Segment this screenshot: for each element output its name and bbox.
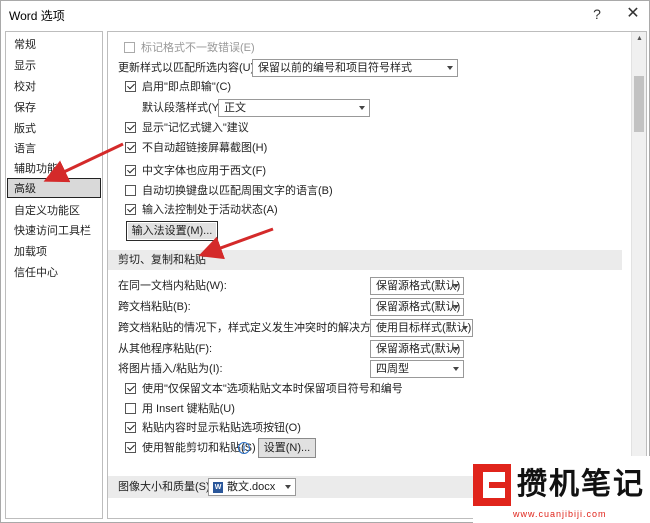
insert-key-paste-label: 用 Insert 键粘贴(U) xyxy=(142,403,235,415)
options-sidebar: 常规 显示 校对 保存 版式 语言 辅助功能 高级 自定义功能区 快速访问工具栏… xyxy=(5,31,103,519)
word-options-dialog: Word 选项 ? ✕ 常规 显示 校对 保存 版式 语言 辅助功能 高级 自定… xyxy=(0,0,650,523)
chevron-down-icon xyxy=(453,284,459,288)
smart-paste-settings-button[interactable]: 设置(N)... xyxy=(258,438,316,458)
auto-switch-keyboard-checkbox[interactable] xyxy=(125,185,136,196)
ime-control-active-checkbox[interactable] xyxy=(125,204,136,215)
keep-bullets-label: 使用"仅保留文本"选项粘贴文本时保留项目符号和编号 xyxy=(142,383,403,395)
chevron-down-icon xyxy=(447,66,453,70)
update-style-value: 保留以前的编号和项目符号样式 xyxy=(258,62,412,74)
chinese-font-western-label: 中文字体也应用于西文(F) xyxy=(142,165,267,177)
sidebar-item-customize-ribbon[interactable]: 自定义功能区 xyxy=(6,201,102,221)
default-paragraph-style-value: 正文 xyxy=(224,102,246,114)
no-auto-hyperlink-screenshot-label: 不自动超链接屏幕截图(H) xyxy=(142,142,268,154)
sidebar-item-general[interactable]: 常规 xyxy=(6,35,102,55)
paste-between-docs-select[interactable]: 保留源格式(默认) xyxy=(370,298,464,316)
update-style-label: 更新样式以匹配所选内容(U): xyxy=(118,62,258,74)
insert-key-paste-checkbox[interactable] xyxy=(125,403,136,414)
smart-cut-paste-checkbox[interactable] xyxy=(125,442,136,453)
paste-within-doc-select[interactable]: 保留源格式(默认) xyxy=(370,277,464,295)
chinese-font-western-checkbox[interactable] xyxy=(125,165,136,176)
help-button[interactable]: ? xyxy=(585,4,609,24)
dialog-title: Word 选项 xyxy=(9,9,65,23)
chevron-down-icon xyxy=(453,305,459,309)
sidebar-item-display[interactable]: 显示 xyxy=(6,56,102,76)
insert-picture-as-value: 四周型 xyxy=(376,363,409,375)
paste-style-conflict-label: 跨文档粘贴的情况下，样式定义发生冲突时的解决方法(E): xyxy=(118,322,400,334)
sidebar-item-layout[interactable]: 版式 xyxy=(6,119,102,139)
watermark-text: 攒机笔记 xyxy=(517,467,645,502)
watermark-logo-bar xyxy=(489,482,505,488)
mark-format-inconsistencies-label: 标记格式不一致错误(E) xyxy=(141,42,255,54)
paste-from-other-programs-label: 从其他程序粘贴(F): xyxy=(118,343,213,355)
options-content-pane: 标记格式不一致错误(E) 更新样式以匹配所选内容(U): 保留以前的编号和项目符… xyxy=(107,31,647,519)
ime-control-active-label: 输入法控制处于活动状态(A) xyxy=(142,204,278,216)
sidebar-item-save[interactable]: 保存 xyxy=(6,98,102,118)
default-paragraph-style-label: 默认段落样式(Y): xyxy=(142,102,226,114)
sidebar-item-proofing[interactable]: 校对 xyxy=(6,77,102,97)
sidebar-item-language[interactable]: 语言 xyxy=(6,139,102,159)
paste-within-doc-label: 在同一文档内粘贴(W): xyxy=(118,280,227,292)
sidebar-item-add-ins[interactable]: 加载项 xyxy=(6,242,102,262)
paste-from-other-programs-value: 保留源格式(默认) xyxy=(376,343,461,355)
paste-from-other-programs-select[interactable]: 保留源格式(默认) xyxy=(370,340,464,358)
insert-picture-as-label: 将图片插入/粘贴为(I): xyxy=(118,363,223,375)
chevron-down-icon xyxy=(462,326,468,330)
show-paste-options-checkbox[interactable] xyxy=(125,422,136,433)
sidebar-item-advanced[interactable]: 高级 xyxy=(7,178,101,198)
close-button[interactable]: ✕ xyxy=(621,4,645,24)
ime-settings-button[interactable]: 输入法设置(M)... xyxy=(126,221,218,241)
word-doc-icon: W xyxy=(213,482,223,493)
section-header-cut-copy-paste: 剪切、复制和粘贴 xyxy=(108,250,622,270)
paste-style-conflict-value: 使用目标样式(默认) xyxy=(376,322,472,334)
section-title-image-size-quality: 图像大小和质量(S) xyxy=(118,481,210,493)
watermark-url: www.cuanjibiji.com xyxy=(513,509,607,519)
chevron-down-icon xyxy=(453,367,459,371)
chevron-down-icon xyxy=(359,106,365,110)
autocomplete-label: 显示"记忆式键入"建议 xyxy=(142,122,249,134)
image-doc-dropdown xyxy=(283,479,295,495)
sidebar-item-trust-center[interactable]: 信任中心 xyxy=(6,263,102,283)
keep-bullets-checkbox[interactable] xyxy=(125,383,136,394)
auto-switch-keyboard-label: 自动切换键盘以匹配周围文字的语言(B) xyxy=(142,185,333,197)
chevron-down-icon xyxy=(453,347,459,351)
scrollbar-thumb[interactable] xyxy=(634,76,644,132)
image-doc-select[interactable]: W 散文.docx xyxy=(208,478,296,496)
default-paragraph-style-select[interactable]: 正文 xyxy=(218,99,370,117)
sidebar-item-quick-access-toolbar[interactable]: 快速访问工具栏 xyxy=(6,221,102,241)
no-auto-hyperlink-screenshot-checkbox[interactable] xyxy=(125,142,136,153)
watermark: 攒机笔记 www.cuanjibiji.com xyxy=(473,456,650,523)
click-and-type-label: 启用"即点即输"(C) xyxy=(142,81,232,93)
paste-between-docs-value: 保留源格式(默认) xyxy=(376,301,461,313)
insert-picture-as-select[interactable]: 四周型 xyxy=(370,360,464,378)
section-title-cut-copy-paste: 剪切、复制和粘贴 xyxy=(118,254,206,266)
chevron-down-icon xyxy=(285,485,291,489)
sidebar-item-accessibility[interactable]: 辅助功能 xyxy=(6,159,102,179)
scroll-up-arrow-icon[interactable]: ▲ xyxy=(632,32,646,46)
paste-style-conflict-select[interactable]: 使用目标样式(默认) xyxy=(370,319,473,337)
click-and-type-checkbox[interactable] xyxy=(125,81,136,92)
paste-between-docs-label: 跨文档粘贴(B): xyxy=(118,301,191,313)
paste-within-doc-value: 保留源格式(默认) xyxy=(376,280,461,292)
vertical-scrollbar[interactable]: ▲ ▼ xyxy=(631,32,646,518)
mark-format-inconsistencies-checkbox[interactable] xyxy=(124,42,135,53)
autocomplete-checkbox[interactable] xyxy=(125,122,136,133)
update-style-select[interactable]: 保留以前的编号和项目符号样式 xyxy=(252,59,458,77)
image-doc-value: 散文.docx xyxy=(227,481,276,493)
info-icon: i xyxy=(238,442,250,454)
watermark-logo xyxy=(473,464,511,506)
title-bar: Word 选项 ? ✕ xyxy=(1,1,649,29)
show-paste-options-label: 粘贴内容时显示粘贴选项按钮(O) xyxy=(142,422,301,434)
